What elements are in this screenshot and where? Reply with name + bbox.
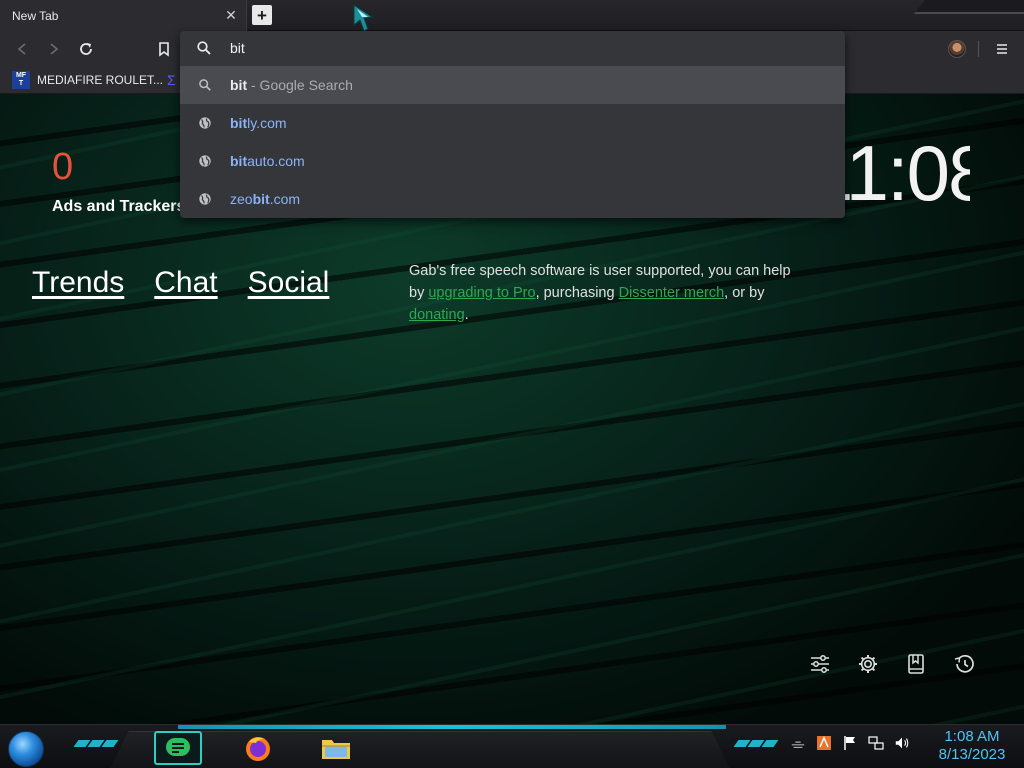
taskbar-app-file-explorer[interactable] (312, 731, 360, 765)
taskbar: 1:08 AM 8/13/2023 (0, 724, 1024, 768)
link-trends[interactable]: Trends (32, 266, 124, 300)
start-button[interactable] (8, 731, 44, 767)
gab-support-note: Gab's free speech software is user suppo… (409, 263, 791, 323)
system-tray (790, 735, 910, 751)
omnibox-input-row (180, 31, 845, 65)
taskbar-frame (110, 731, 730, 768)
taskbar-decoration-left (73, 740, 119, 747)
forward-icon (50, 43, 59, 55)
taskbar-decoration-right (733, 740, 779, 747)
profile-avatar[interactable] (948, 40, 966, 58)
taskbar-clock[interactable]: 1:08 AM 8/13/2023 (930, 728, 1014, 764)
suggestion-bitly[interactable]: bitly.com (180, 104, 845, 142)
history-clock-icon[interactable] (952, 652, 976, 676)
link-social[interactable]: Social (248, 266, 330, 300)
bookmark-label: MEDIAFIRE ROULET... (37, 73, 164, 87)
bookmark-mediafire-roulette[interactable]: MF T MEDIAFIRE ROULET... (12, 70, 163, 90)
tray-expand-icon[interactable] (790, 735, 806, 751)
link-dissenter-merch[interactable]: Dissenter merch (619, 285, 725, 301)
mediafire-icon: MF T (12, 71, 30, 89)
forward-button[interactable] (42, 37, 66, 61)
tab-close-icon[interactable]: ✕ (220, 5, 242, 27)
ads-blocked-count: 0 (52, 146, 74, 188)
tab-new-tab[interactable]: New Tab ✕ (0, 0, 247, 31)
taskbar-app-chat[interactable] (154, 731, 202, 765)
search-icon (180, 78, 230, 92)
omnibox-dropdown: bit - Google Search bitly.com bitauto.co… (180, 31, 845, 218)
link-chat[interactable]: Chat (154, 266, 217, 300)
globe-icon (180, 192, 230, 206)
suggestion-zeobit[interactable]: zeobit.com (180, 180, 845, 218)
taskbar-time: 1:08 AM (944, 728, 1000, 745)
search-icon (197, 41, 211, 55)
settings-gear-icon[interactable] (856, 652, 880, 676)
globe-icon (180, 116, 230, 130)
globe-icon (180, 154, 230, 168)
folder-icon (322, 740, 350, 759)
firefox-icon (246, 737, 270, 761)
tray-app-icon[interactable] (816, 735, 832, 751)
back-button[interactable] (10, 37, 34, 61)
reload-icon (80, 43, 92, 55)
toolbar-divider (978, 41, 979, 57)
link-donating[interactable]: donating (409, 307, 465, 323)
taskbar-accent-bar (178, 725, 726, 729)
nav-links: Trends Chat Social (32, 266, 329, 300)
reload-button[interactable] (74, 37, 98, 61)
tab-title: New Tab (12, 8, 59, 23)
new-tab-button[interactable]: + (252, 5, 272, 25)
back-icon (17, 43, 26, 55)
page-bottom-controls (808, 652, 976, 676)
taskbar-date: 8/13/2023 (938, 746, 1006, 763)
chat-app-icon (166, 738, 190, 756)
volume-icon[interactable] (894, 735, 910, 751)
network-icon[interactable] (868, 735, 884, 751)
bookmark-page-button[interactable] (152, 37, 176, 61)
taskbar-app-firefox[interactable] (234, 731, 282, 765)
bookmark-icon (159, 42, 169, 57)
window-frame-decoration (914, 0, 1024, 14)
address-bar-input[interactable] (230, 37, 820, 59)
menu-button[interactable] (990, 37, 1014, 61)
suggestion-bitauto[interactable]: bitauto.com (180, 142, 845, 180)
suggestion-google-search[interactable]: bit - Google Search (180, 66, 845, 104)
link-upgrade-pro[interactable]: upgrading to Pro (428, 285, 535, 301)
bookmarks-book-icon[interactable] (904, 652, 928, 676)
bookmark-sigma-icon[interactable]: Σ (167, 72, 176, 88)
sliders-icon[interactable] (808, 652, 832, 676)
hamburger-menu-icon (997, 44, 1007, 54)
tab-strip: New Tab ✕ + (0, 0, 1024, 32)
action-center-flag-icon[interactable] (842, 735, 858, 751)
